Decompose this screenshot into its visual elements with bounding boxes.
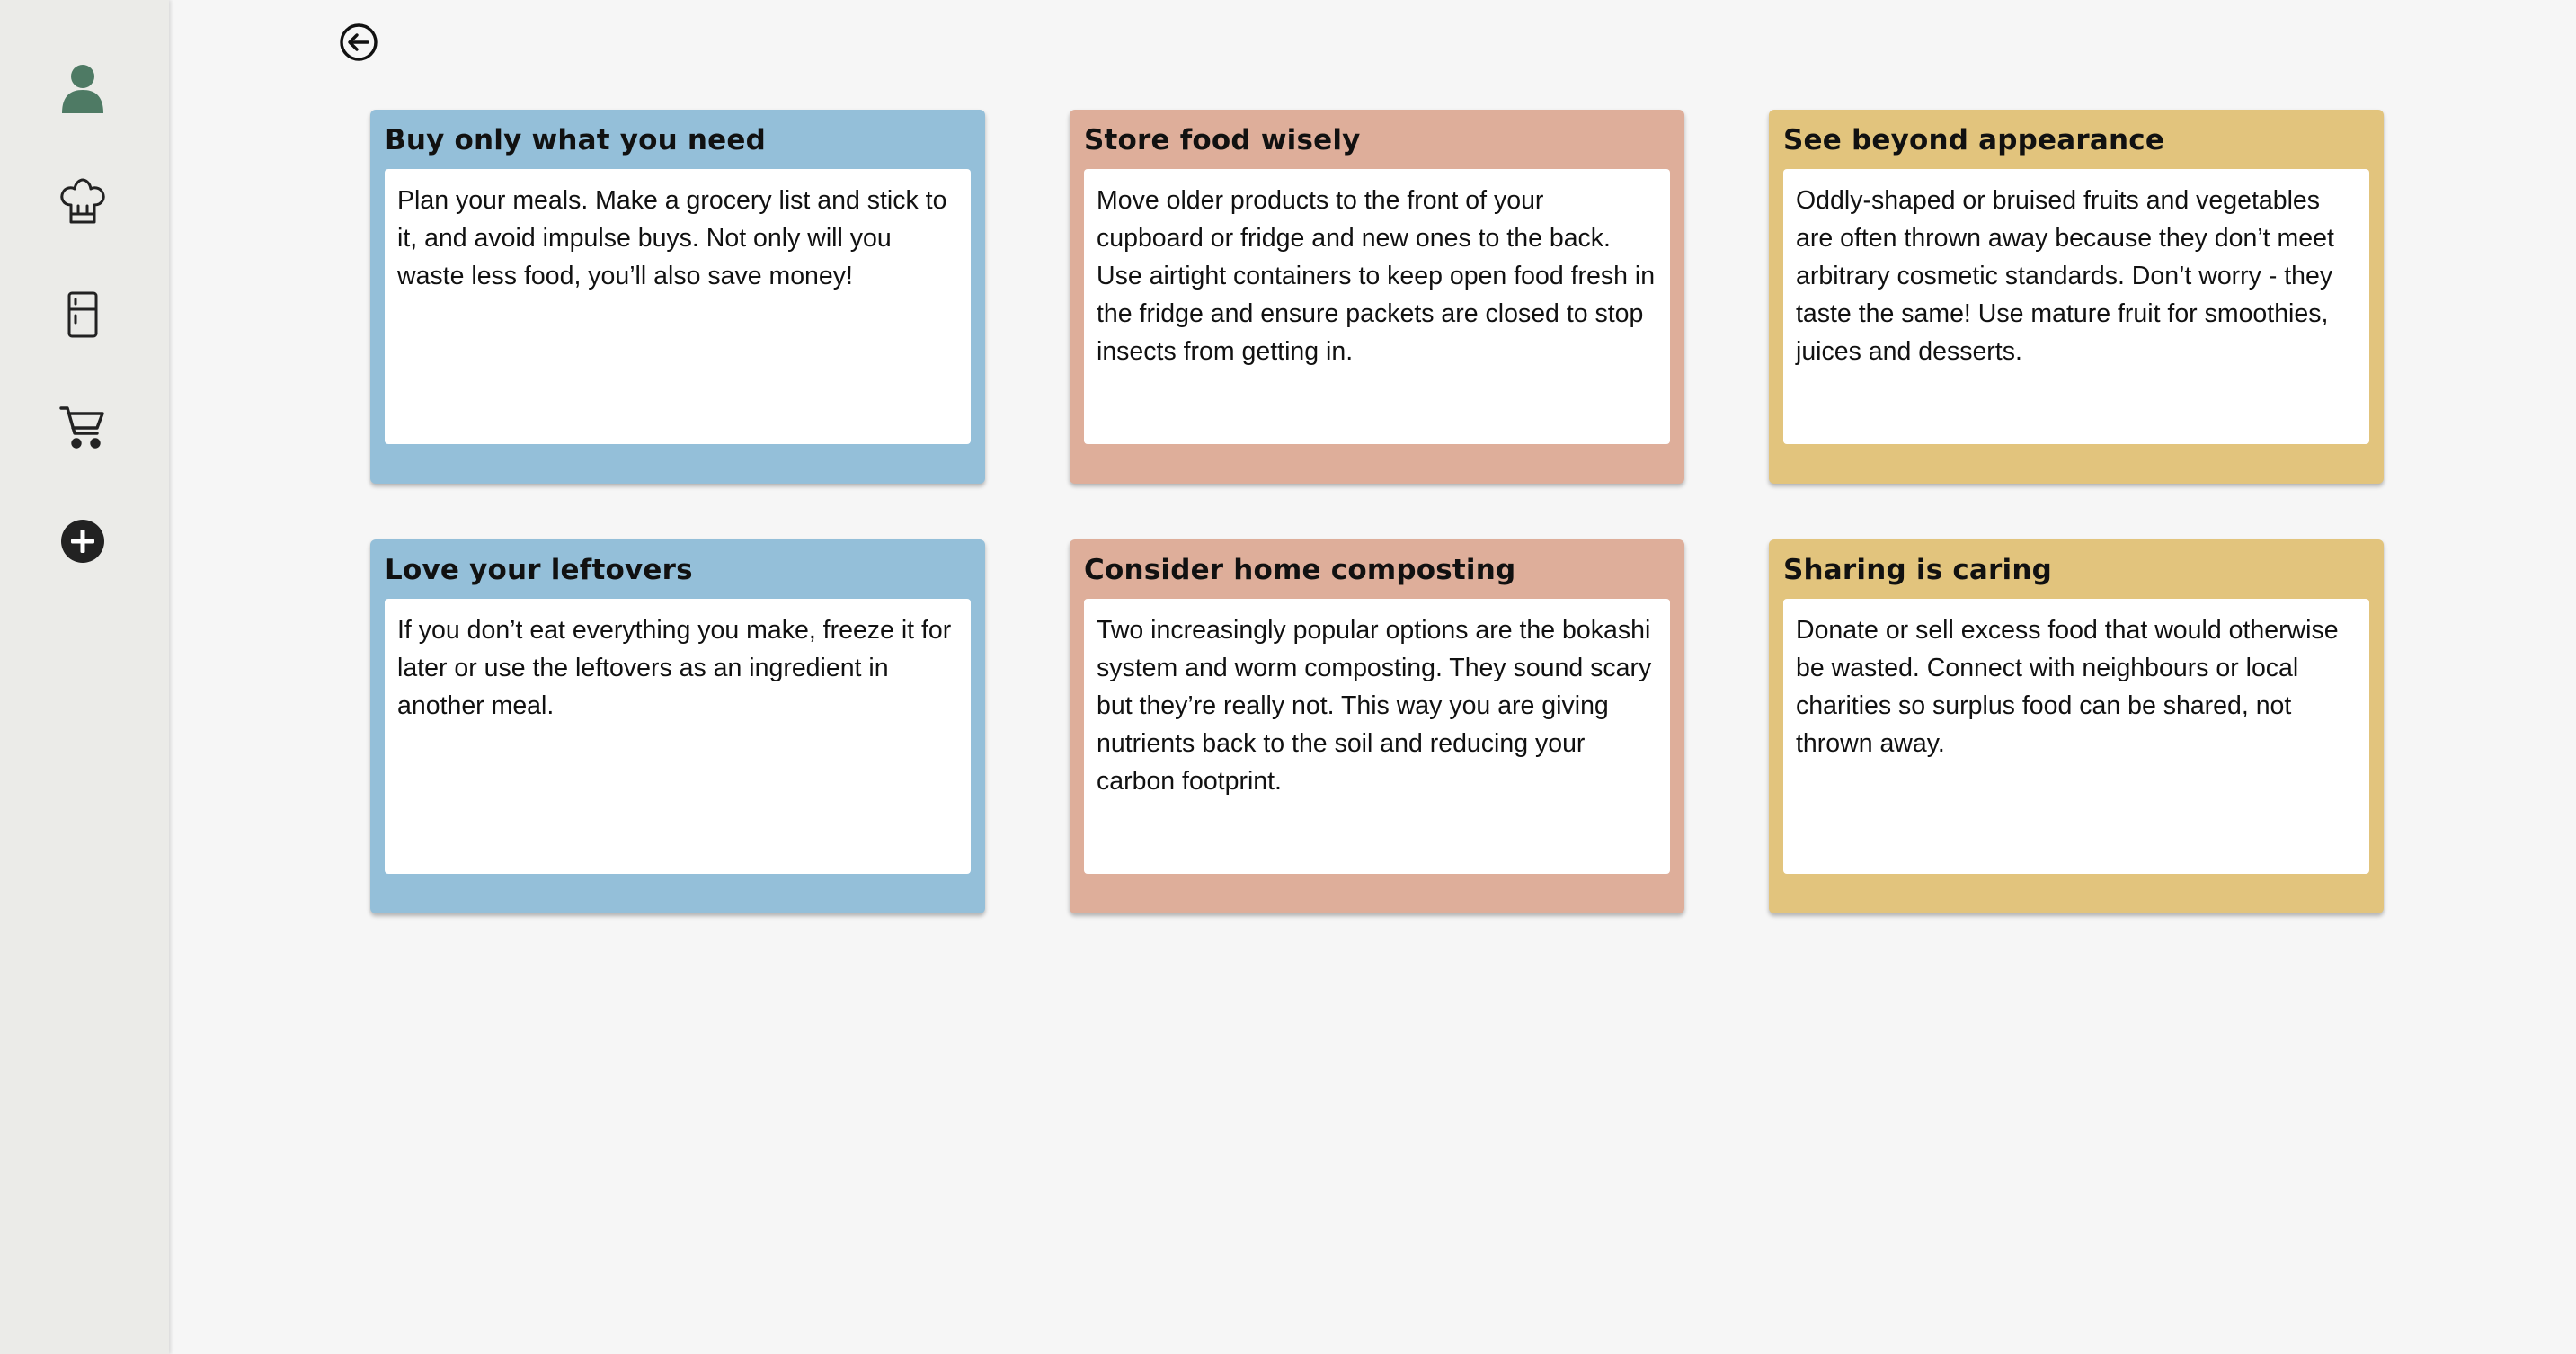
fridge-icon (67, 291, 98, 338)
fridge-button[interactable] (58, 290, 108, 340)
tip-card: Store food wisely Move older products to… (1070, 110, 1684, 484)
user-icon (62, 65, 103, 113)
tip-title: See beyond appearance (1783, 124, 2165, 156)
tip-title: Consider home composting (1084, 554, 1516, 586)
tip-card: Consider home composting Two increasingl… (1070, 539, 1684, 913)
profile-button[interactable] (58, 63, 108, 113)
tip-card: Sharing is caring Donate or sell excess … (1769, 539, 2384, 913)
back-arrow-icon (340, 23, 378, 61)
back-button[interactable] (338, 22, 379, 63)
tip-body: Plan your meals. Make a grocery list and… (385, 169, 971, 444)
tip-title: Love your leftovers (385, 554, 693, 586)
sidebar (0, 0, 169, 1354)
add-circle-icon (61, 520, 104, 563)
tip-title: Sharing is caring (1783, 554, 2053, 586)
tip-title: Store food wisely (1084, 124, 1361, 156)
tip-card: Buy only what you need Plan your meals. … (370, 110, 985, 484)
tip-title: Buy only what you need (385, 124, 767, 156)
recipes-button[interactable] (58, 176, 108, 227)
tip-card: Love your leftovers If you don’t eat eve… (370, 539, 985, 913)
tip-body: Donate or sell excess food that would ot… (1783, 599, 2369, 874)
add-button[interactable] (58, 516, 108, 566)
tip-body: Move older products to the front of your… (1084, 169, 1670, 444)
shopping-cart-icon (59, 406, 104, 449)
tip-card: See beyond appearance Oddly-shaped or br… (1769, 110, 2384, 484)
chef-hat-icon (60, 178, 105, 224)
tip-body: Oddly-shaped or bruised fruits and veget… (1783, 169, 2369, 444)
tips-grid: Buy only what you need Plan your meals. … (370, 110, 2384, 913)
tip-body: If you don’t eat everything you make, fr… (385, 599, 971, 874)
tip-body: Two increasingly popular options are the… (1084, 599, 1670, 874)
shopping-list-button[interactable] (58, 403, 108, 453)
